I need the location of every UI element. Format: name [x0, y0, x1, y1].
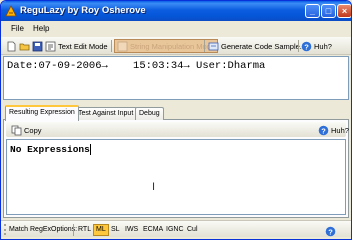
help-icon: ?	[301, 41, 312, 51]
menu-help[interactable]: Help	[33, 24, 49, 33]
copy-label: Copy	[24, 125, 42, 135]
result-toolbar: Copy ? Huh?	[6, 122, 349, 137]
regex-options-bar: Match RegExOptions: RTL ML SL IWS ECMA I…	[1, 220, 351, 237]
option-iws[interactable]: IWS	[123, 224, 140, 236]
status-help-button[interactable]: ?	[325, 224, 338, 238]
option-cul[interactable]: Cul	[185, 224, 200, 236]
title-bar[interactable]: ReguLazy by Roy Osherove _ □ ×	[1, 1, 351, 21]
result-help-button[interactable]: ? Huh?	[318, 123, 349, 137]
generate-code-icon	[208, 42, 219, 50]
main-toolbar: Text Edit Mode String Manipulation Mode …	[1, 37, 351, 55]
main-window: ReguLazy by Roy Osherove _ □ × File Help…	[0, 0, 352, 240]
toolbar-separator	[204, 40, 205, 52]
result-text-area[interactable]: No Expressions I	[6, 139, 346, 215]
close-button[interactable]: ×	[337, 4, 351, 18]
string-manipulation-mode-label: String Manipulation Mode	[130, 41, 216, 51]
tab-test-against-input[interactable]: Test Against Input	[74, 107, 138, 120]
option-ecma[interactable]: ECMA	[141, 224, 165, 236]
string-manipulation-mode-button[interactable]: String Manipulation Mode	[114, 39, 219, 53]
option-rtl[interactable]: RTL	[76, 224, 93, 236]
svg-text:?: ?	[304, 42, 309, 51]
copy-button[interactable]: Copy	[11, 123, 42, 137]
text-edit-mode-button[interactable]: Text Edit Mode	[45, 39, 108, 53]
toolbar-separator	[298, 40, 299, 52]
menu-file[interactable]: File	[11, 24, 24, 33]
result-help-label: Huh?	[331, 125, 349, 135]
copy-icon	[11, 125, 22, 135]
option-ignc[interactable]: IGNC	[164, 224, 186, 236]
help-button[interactable]: ? Huh?	[301, 39, 332, 53]
generate-code-button[interactable]: Generate Code Sample...	[208, 39, 306, 53]
generate-code-label: Generate Code Sample...	[221, 41, 307, 51]
help-icon: ?	[325, 226, 336, 236]
open-icon	[19, 43, 30, 50]
save-button[interactable]	[32, 39, 45, 53]
save-icon	[32, 41, 43, 51]
maximize-button[interactable]: □	[321, 4, 336, 18]
svg-text:?: ?	[328, 227, 333, 236]
input-text: Date:07-09-2006→ 15:03:34→ User:Dharma	[7, 60, 266, 72]
new-button[interactable]	[6, 39, 19, 53]
result-text-value: No Expressions	[10, 144, 90, 156]
text-edit-mode-label: Text Edit Mode	[58, 41, 108, 51]
ibeam-cursor-icon: I	[152, 181, 156, 193]
open-button[interactable]	[19, 39, 32, 53]
option-sl[interactable]: SL	[109, 224, 122, 236]
result-text: No Expressions	[10, 144, 91, 155]
tab-strip: Resulting Expression Test Against Input …	[3, 105, 349, 121]
help-icon: ?	[318, 125, 329, 135]
string-mode-icon	[117, 41, 128, 51]
text-caret	[89, 144, 91, 155]
toolbar-separator	[111, 40, 112, 52]
svg-text:?: ?	[321, 126, 326, 135]
text-edit-icon	[45, 41, 56, 51]
tab-debug[interactable]: Debug	[135, 107, 164, 120]
new-icon	[7, 41, 16, 51]
menu-bar: File Help	[1, 21, 351, 37]
input-text-area[interactable]: Date:07-09-2006→ 15:03:34→ User:Dharma	[3, 56, 349, 100]
tab-resulting-expression[interactable]: Resulting Expression	[5, 105, 79, 121]
window-title: ReguLazy by Roy Osherove	[20, 5, 146, 16]
regex-options-label: Match RegExOptions:	[9, 226, 78, 233]
help-label: Huh?	[314, 41, 332, 51]
options-separator	[73, 224, 74, 236]
minimize-button[interactable]: _	[305, 4, 320, 18]
tab-panel: Copy ? Huh? No Expressions I	[3, 120, 349, 218]
app-icon	[5, 5, 17, 17]
option-ml[interactable]: ML	[93, 224, 109, 236]
grip-handle[interactable]	[4, 224, 6, 235]
